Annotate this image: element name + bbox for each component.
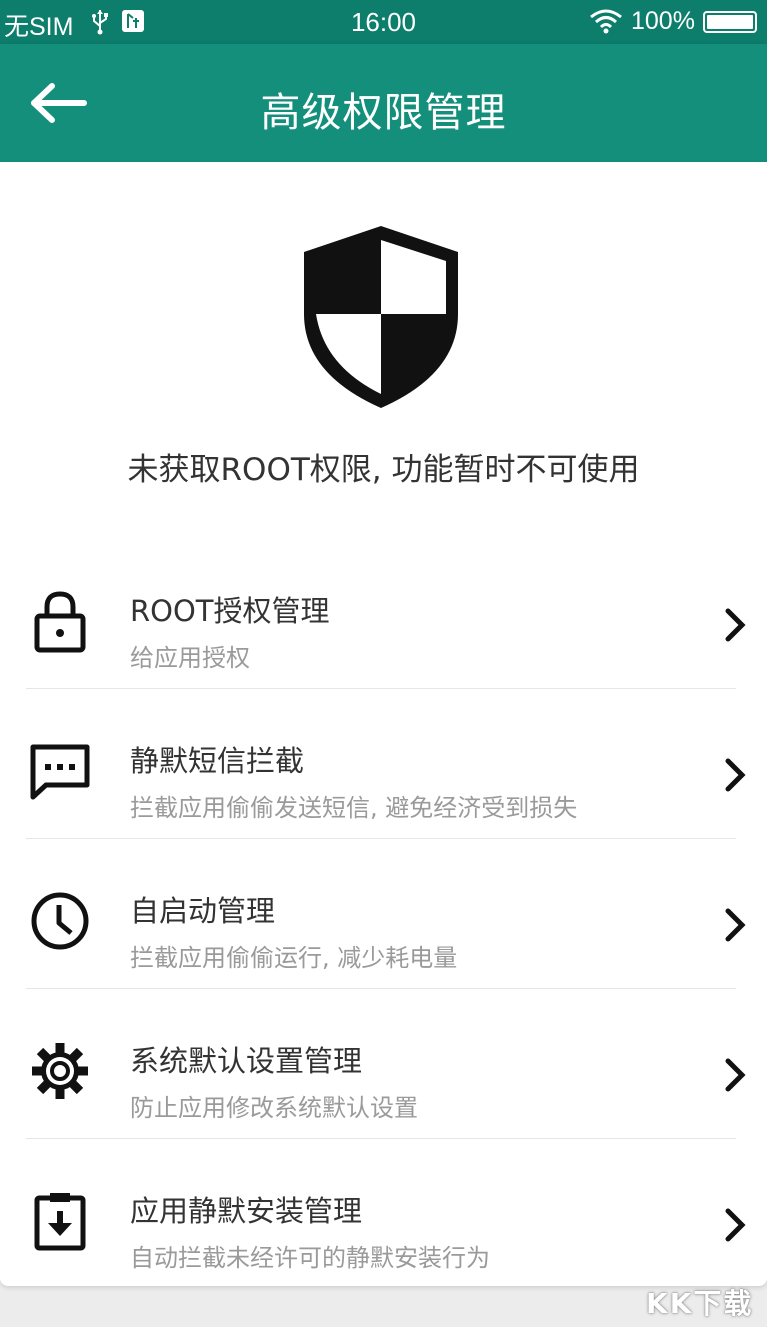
menu-item-silent-install[interactable]: 应用静默安装管理 自动拦截未经许可的静默安装行为 [0, 1146, 767, 1296]
chevron-right-icon [725, 758, 746, 792]
menu-item-subtitle: 自动拦截未经许可的静默安装行为 [130, 1244, 490, 1272]
menu-item-title: 系统默认设置管理 [130, 1044, 363, 1078]
divider [26, 688, 736, 689]
divider [26, 838, 736, 839]
menu-item-title: 自启动管理 [130, 894, 276, 928]
page-title: 高级权限管理 [260, 90, 507, 136]
menu-item-root-authorization[interactable]: ROOT授权管理 给应用授权 [0, 546, 767, 696]
menu-item-subtitle: 防止应用修改系统默认设置 [130, 1094, 418, 1122]
chevron-right-icon [725, 608, 746, 642]
divider [26, 1138, 736, 1139]
battery-percentage: 100% [631, 7, 695, 35]
menu-item-subtitle: 拦截应用偷偷发送短信, 避免经济受到损失 [130, 794, 578, 822]
clock-icon [31, 892, 89, 950]
menu-item-autostart[interactable]: 自启动管理 拦截应用偷偷运行, 减少耗电量 [0, 846, 767, 996]
status-bar: 无SIM 16:00 100% [0, 0, 767, 44]
wifi-icon [590, 9, 622, 34]
chevron-right-icon [725, 1058, 746, 1092]
app-bar: 高级权限管理 [0, 44, 767, 162]
gear-icon [32, 1043, 88, 1099]
install-download-icon [34, 1193, 86, 1251]
shield-icon [304, 226, 458, 408]
chevron-right-icon [725, 908, 746, 942]
menu-item-subtitle: 给应用授权 [130, 644, 250, 672]
menu-item-system-defaults[interactable]: 系统默认设置管理 防止应用修改系统默认设置 [0, 996, 767, 1146]
lock-icon [34, 591, 86, 653]
menu-item-silent-sms-block[interactable]: 静默短信拦截 拦截应用偷偷发送短信, 避免经济受到损失 [0, 696, 767, 846]
menu-item-title: ROOT授权管理 [130, 594, 330, 628]
message-dots-icon [30, 744, 90, 800]
menu-item-title: 应用静默安装管理 [130, 1194, 363, 1228]
watermark-logo: KK下载 [646, 1287, 754, 1320]
battery-icon [703, 11, 757, 33]
menu-item-subtitle: 拦截应用偷偷运行, 减少耗电量 [130, 944, 458, 972]
content-card: 未获取ROOT权限, 功能暂时不可使用 ROOT授权管理 给应用授权 静默短信拦… [0, 162, 767, 1286]
menu-item-title: 静默短信拦截 [130, 744, 305, 778]
chevron-right-icon [725, 1208, 746, 1242]
divider [26, 988, 736, 989]
root-status-notice: 未获取ROOT权限, 功能暂时不可使用 [127, 452, 640, 488]
